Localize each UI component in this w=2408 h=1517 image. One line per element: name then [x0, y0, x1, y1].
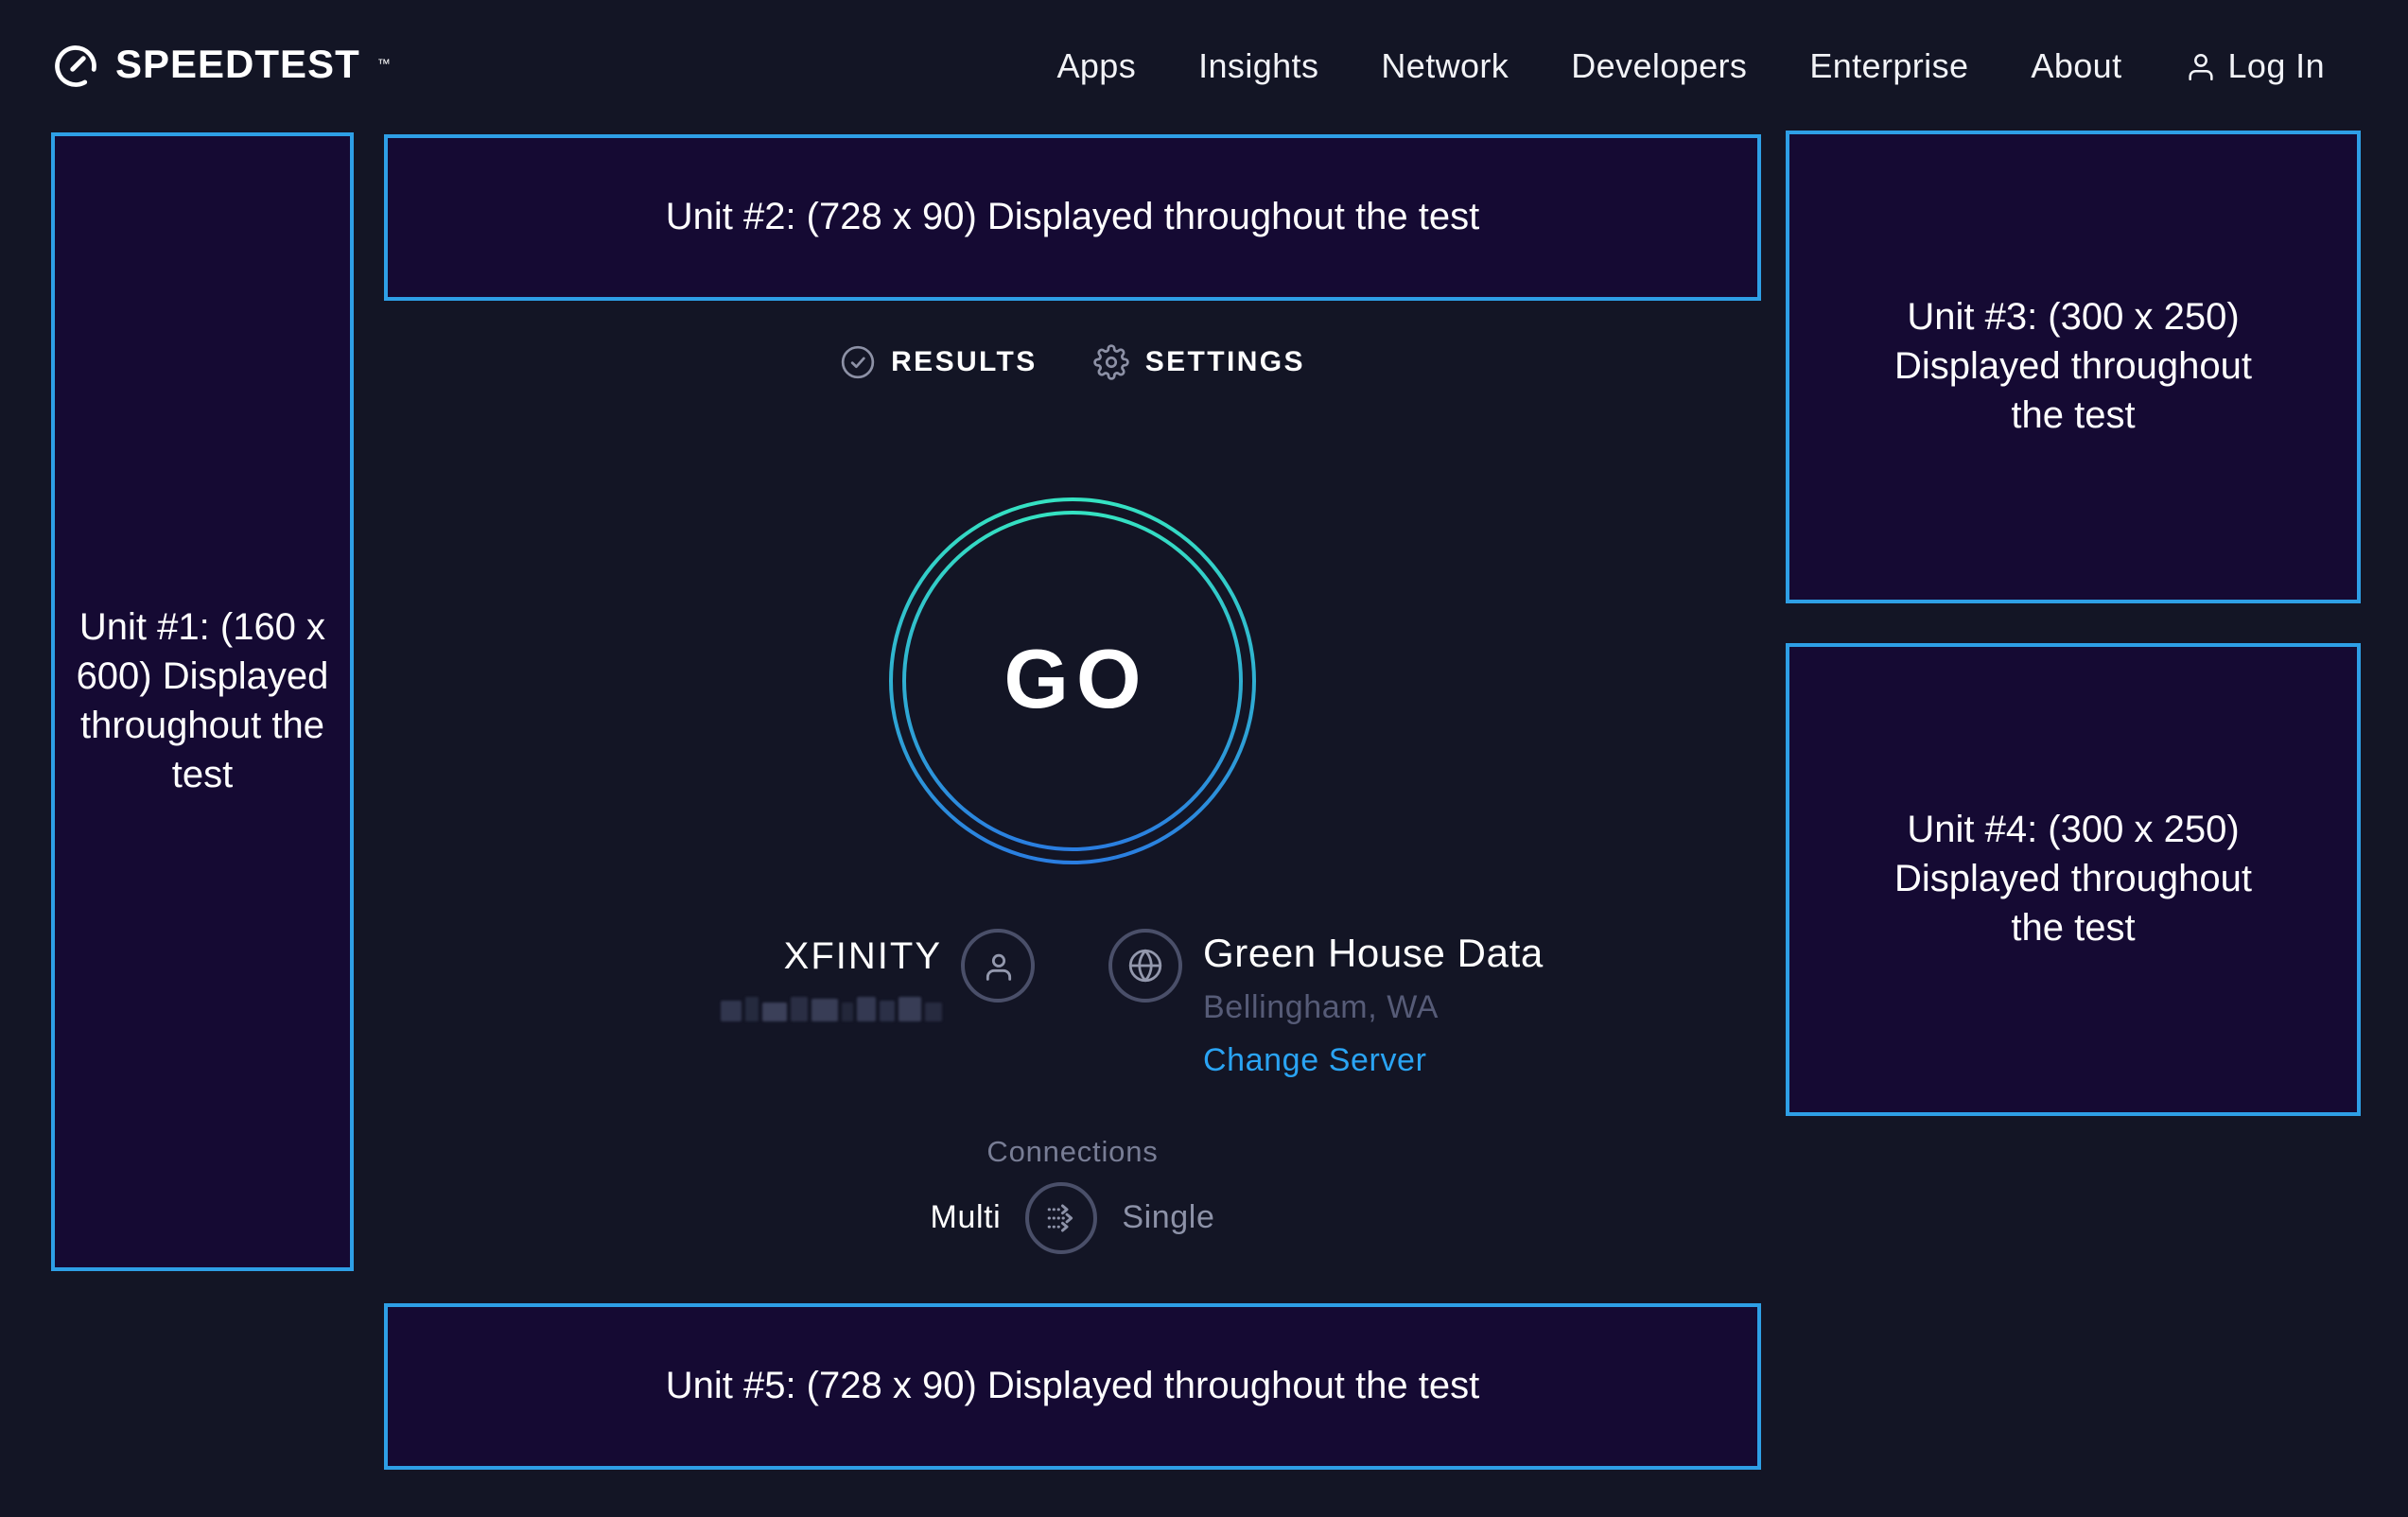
change-server-link[interactable]: Change Server	[1203, 1042, 1427, 1080]
connections-section: Connections Multi Single	[384, 1137, 1761, 1254]
server-text-column: Green House Data Bellingham, WA Change S…	[1203, 929, 1544, 1080]
ad-unit-2-leaderboard[interactable]: Unit #2: (728 x 90) Displayed throughout…	[384, 134, 1761, 301]
check-circle-icon	[840, 344, 876, 380]
tab-results[interactable]: RESULTS	[840, 344, 1038, 380]
tab-results-label: RESULTS	[891, 346, 1038, 378]
logo-wordmark: SPEEDTEST	[115, 44, 360, 89]
person-icon	[979, 947, 1017, 985]
speedtest-logo[interactable]: SPEEDTEST ™	[51, 42, 391, 91]
connections-toggle-button[interactable]	[1025, 1182, 1097, 1254]
isp-text-column: XFINITY	[721, 929, 942, 1021]
server-info: Green House Data Bellingham, WA Change S…	[1108, 929, 1544, 1080]
nav-item-enterprise[interactable]: Enterprise	[1809, 46, 1968, 86]
results-settings-tabs: RESULTS SETTINGS	[384, 344, 1761, 380]
connections-single-option[interactable]: Single	[1122, 1199, 1214, 1237]
user-icon	[2185, 50, 2217, 82]
server-globe-badge[interactable]	[1108, 929, 1182, 1003]
ad-unit-4-text: Unit #4: (300 x 250) Displayed throughou…	[1865, 806, 2281, 953]
isp-name: XFINITY	[784, 936, 942, 978]
nav-item-developers[interactable]: Developers	[1571, 46, 1747, 86]
ad-unit-5-leaderboard[interactable]: Unit #5: (728 x 90) Displayed throughout…	[384, 1303, 1761, 1470]
login-label: Log In	[2228, 46, 2326, 86]
connections-multi-option[interactable]: Multi	[931, 1199, 1002, 1237]
server-name: Green House Data	[1203, 933, 1544, 978]
isp-user-badge[interactable]	[961, 929, 1035, 1003]
ad-unit-2-text: Unit #2: (728 x 90) Displayed throughout…	[666, 193, 1480, 242]
server-location: Bellingham, WA	[1203, 989, 1544, 1027]
tab-settings-label: SETTINGS	[1145, 346, 1305, 378]
gear-icon	[1094, 344, 1130, 380]
ad-unit-1-text: Unit #1: (160 x 600) Displayed throughou…	[70, 603, 335, 800]
speedometer-icon	[51, 42, 100, 91]
ad-unit-1-skyscraper[interactable]: Unit #1: (160 x 600) Displayed throughou…	[51, 132, 354, 1271]
logo-trademark: ™	[377, 57, 391, 76]
multi-arrows-icon	[1040, 1197, 1082, 1239]
globe-icon	[1125, 946, 1165, 985]
nav-menu: Apps Insights Network Developers Enterpr…	[1056, 46, 2325, 86]
speedtest-page: SPEEDTEST ™ Apps Insights Network Develo…	[0, 0, 2408, 1517]
go-button-inner-ring: GO	[902, 511, 1243, 851]
connections-toggle-row: Multi Single	[384, 1182, 1761, 1254]
go-button[interactable]: GO	[889, 497, 1256, 864]
nav-item-apps[interactable]: Apps	[1056, 46, 1136, 86]
connections-label: Connections	[384, 1137, 1761, 1171]
go-label: GO	[997, 634, 1149, 728]
nav-item-insights[interactable]: Insights	[1198, 46, 1318, 86]
login-link[interactable]: Log In	[2185, 46, 2326, 86]
ad-unit-3-rectangle[interactable]: Unit #3: (300 x 250) Displayed throughou…	[1786, 131, 2361, 603]
tab-settings[interactable]: SETTINGS	[1094, 344, 1305, 380]
top-nav-bar: SPEEDTEST ™ Apps Insights Network Develo…	[0, 0, 2408, 132]
nav-item-about[interactable]: About	[2031, 46, 2121, 86]
redacted-ip-address	[721, 995, 942, 1021]
isp-info: XFINITY	[721, 929, 1035, 1021]
ad-unit-5-text: Unit #5: (728 x 90) Displayed throughout…	[666, 1362, 1480, 1411]
ad-unit-4-rectangle[interactable]: Unit #4: (300 x 250) Displayed throughou…	[1786, 643, 2361, 1116]
ad-unit-3-text: Unit #3: (300 x 250) Displayed throughou…	[1865, 293, 2281, 441]
nav-item-network[interactable]: Network	[1381, 46, 1509, 86]
